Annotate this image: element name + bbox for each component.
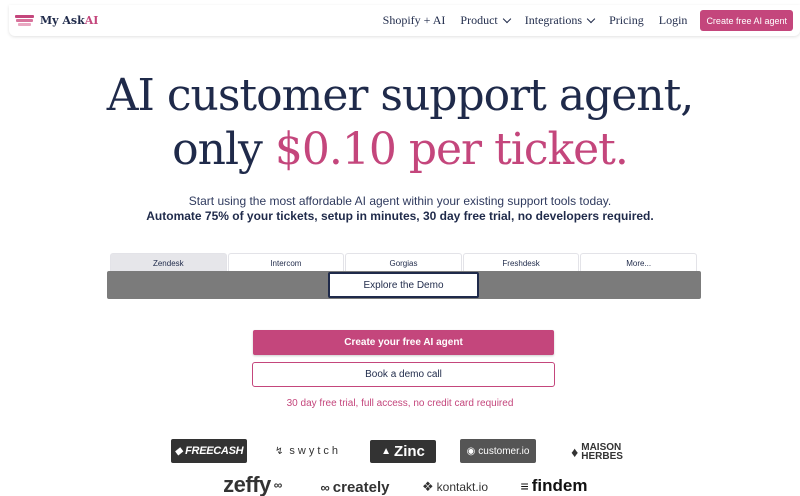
tab-freshdesk[interactable]: Freshdesk xyxy=(462,253,580,272)
hero-subtitle-bold: Automate 75% of your tickets, setup in m… xyxy=(146,209,654,223)
swytch-glyph-icon: ↯ xyxy=(274,445,287,457)
chevron-down-icon xyxy=(502,14,512,24)
hero-title-line2: only $0.10 per ticket. xyxy=(172,124,629,175)
brand-mark-icon xyxy=(15,14,34,27)
chevron-down-icon xyxy=(586,14,596,24)
nav-link-pricing[interactable]: Pricing xyxy=(609,13,644,28)
maison-des-herbes-logo: ♦ MAISON HERBES xyxy=(571,442,623,462)
kontakt-glyph-icon: ❖ xyxy=(421,479,434,494)
creately-logo: ∞ creately xyxy=(320,478,390,496)
findem-glyph-icon: ≡ xyxy=(520,478,529,494)
brand-name: My AskAI xyxy=(40,14,99,27)
swytch-logo: ↯ swytch xyxy=(274,445,341,457)
nav-create-agent-button[interactable]: Create free AI agent xyxy=(700,10,793,31)
freecash-logo: ◆ FREECASH xyxy=(171,439,247,463)
creately-glyph-icon: ∞ xyxy=(320,479,330,495)
findem-logo: ≡ findem xyxy=(520,476,588,495)
explore-demo-button[interactable]: Explore the Demo xyxy=(328,272,479,298)
tab-gorgias[interactable]: Gorgias xyxy=(345,253,462,272)
zeffy-logo: zeffy ∞ xyxy=(223,472,283,496)
trial-note: 30 day free trial, full access, no credi… xyxy=(286,398,514,409)
tab-zendesk[interactable]: Zendesk xyxy=(110,253,227,272)
nav-link-product[interactable]: Product xyxy=(460,13,512,28)
create-agent-button[interactable]: Create your free AI agent xyxy=(253,330,554,355)
nav-link-integrations[interactable]: Integrations xyxy=(525,13,596,28)
nav-link-login[interactable]: Login xyxy=(659,13,688,28)
customer-io-logo: ◉ customer.io xyxy=(460,439,536,463)
nav-links: Shopify + AI Product Integrations Pricin… xyxy=(368,5,793,36)
maison-glyph-icon: ♦ xyxy=(571,443,579,460)
hero-title-line1: AI customer support agent, xyxy=(106,70,695,121)
customer-io-glyph-icon: ◉ xyxy=(466,445,476,457)
tab-more[interactable]: More... xyxy=(580,253,697,272)
book-demo-button[interactable]: Book a demo call xyxy=(252,362,555,387)
integration-tabs: Zendesk Intercom Gorgias Freshdesk More.… xyxy=(110,253,698,272)
kontakt-io-logo: ❖ kontakt.io xyxy=(421,479,489,494)
nav-link-shopify[interactable]: Shopify + AI xyxy=(383,13,446,28)
brand-logo[interactable]: My AskAI xyxy=(15,14,98,27)
zinc-logo: ▲ Zinc xyxy=(370,440,436,463)
hero-subtitle: Start using the most affordable AI agent… xyxy=(188,194,612,208)
top-navbar: My AskAI Shopify + AI Product Integratio… xyxy=(9,5,800,36)
zeffy-glyph-icon: ∞ xyxy=(273,478,283,492)
freecash-glyph-icon: ◆ xyxy=(174,445,183,457)
zinc-glyph-icon: ▲ xyxy=(381,446,392,457)
hero-price-highlight: $0.10 per ticket. xyxy=(274,124,629,175)
tab-intercom[interactable]: Intercom xyxy=(227,253,345,272)
